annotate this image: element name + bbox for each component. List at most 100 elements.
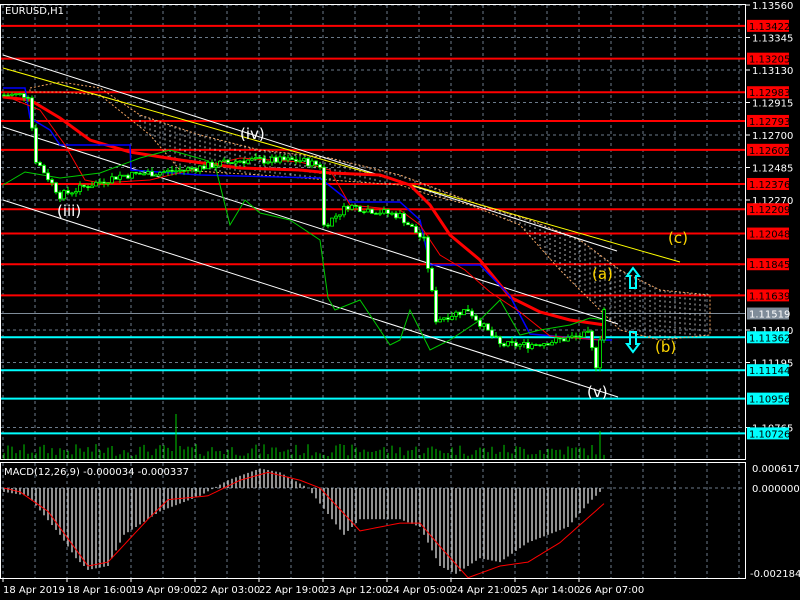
candle-body (46, 172, 50, 181)
candle-body (258, 157, 262, 159)
candle-body (162, 171, 166, 174)
candle-body (518, 344, 522, 347)
candle-body (550, 342, 554, 346)
candle-body (478, 319, 482, 327)
candle-body (566, 336, 570, 342)
candle-body (198, 165, 202, 172)
candle-body (486, 323, 490, 331)
candle-body (50, 179, 54, 184)
candle-body (286, 157, 290, 161)
candle-body (274, 156, 278, 163)
candle-body (586, 330, 590, 333)
candle-body (394, 212, 398, 219)
time-axis-label: 18 Apr 2019 (3, 585, 65, 596)
time-axis-label: 19 Apr 09:00 (131, 585, 196, 596)
candle-body (330, 217, 334, 227)
candle-body (318, 164, 322, 168)
candle-body (362, 211, 366, 213)
candle-body (130, 171, 134, 179)
time-axis-label: 26 Apr 07:00 (579, 585, 644, 596)
price-level-label: 1.11362 (749, 333, 790, 344)
price-axis-label: 1.13560 (752, 1, 793, 12)
wave-label: (c) (668, 229, 688, 247)
candle-body (470, 310, 474, 317)
candle-body (438, 318, 442, 323)
price-level-label: 1.11144 (749, 366, 790, 377)
candle-body (58, 191, 62, 200)
candle-body (234, 161, 238, 164)
candle-body (174, 170, 178, 173)
price-level-label: 1.13205 (749, 55, 790, 66)
macd-axis-zero: 0.000000 (752, 484, 800, 495)
candle-body (562, 338, 566, 342)
candle-body (302, 158, 306, 162)
candle-body (66, 190, 70, 194)
candle-body (482, 323, 486, 327)
macd-axis-top: 0.000617 (752, 464, 800, 475)
candle-body (534, 344, 538, 346)
candle-body (558, 337, 562, 340)
price-level-label: 1.12048 (749, 230, 790, 241)
candle-body (554, 337, 558, 343)
time-axis-label: 24 Apr 05:00 (387, 585, 452, 596)
candle-body (466, 309, 470, 312)
macd-label: MACD(12,26,9) -0.000034 -0.000337 (4, 467, 189, 478)
candle-body (150, 171, 154, 177)
candle-body (378, 212, 382, 215)
candle-body (30, 97, 34, 129)
price-axis-label: 1.13130 (752, 66, 793, 77)
candle-body (410, 224, 414, 227)
time-axis-label: 23 Apr 12:00 (323, 585, 388, 596)
candle-body (578, 336, 582, 338)
candle-body (34, 127, 38, 163)
candle-body (458, 311, 462, 316)
candle-body (574, 335, 578, 338)
candle-body (354, 204, 358, 207)
candle-body (250, 158, 254, 161)
candle-body (38, 162, 42, 166)
candle-body (374, 212, 378, 215)
candle-body (90, 185, 94, 189)
candle-body (282, 156, 286, 161)
candle-body (582, 331, 586, 338)
candle-body (382, 209, 386, 214)
candle-body (538, 344, 542, 347)
price-level-label: 1.11519 (749, 310, 790, 321)
candle-body (170, 169, 174, 172)
candle-body (114, 176, 118, 180)
price-level-label: 1.12983 (749, 88, 790, 99)
candle-body (178, 169, 182, 172)
candle-body (514, 342, 518, 347)
candle-body (246, 159, 250, 164)
candle-body (54, 182, 58, 193)
price-level-label: 1.12793 (749, 117, 790, 128)
price-chart[interactable]: (iii)(iv)(v)(a)(b)(c) 1.135601.133451.13… (0, 0, 800, 600)
candle-body (326, 224, 330, 227)
candle-body (322, 166, 326, 226)
candle-body (522, 342, 526, 345)
candle-body (254, 157, 258, 160)
candle-body (42, 165, 46, 174)
time-axis-label: 24 Apr 21:00 (451, 585, 516, 596)
time-axis-label: 22 Apr 03:00 (195, 585, 260, 596)
candle-body (494, 335, 498, 338)
price-level-label: 1.11639 (749, 291, 790, 302)
candle-body (206, 161, 210, 170)
candle-body (474, 315, 478, 321)
candle-body (98, 181, 102, 184)
candle-body (370, 208, 374, 214)
candle-body (74, 191, 78, 194)
candle-body (14, 93, 18, 96)
candle-body (266, 161, 270, 164)
candle-body (10, 93, 14, 96)
candle-body (598, 339, 602, 369)
candle-body (570, 335, 574, 338)
candle-body (62, 190, 66, 200)
candle-body (334, 215, 338, 219)
wave-label: (iv) (240, 125, 265, 143)
price-axis-label: 1.12485 (752, 164, 793, 175)
candle-body (338, 214, 342, 217)
candle-body (6, 94, 10, 97)
price-axis-label: 1.12915 (752, 99, 793, 110)
candle-body (210, 161, 214, 168)
